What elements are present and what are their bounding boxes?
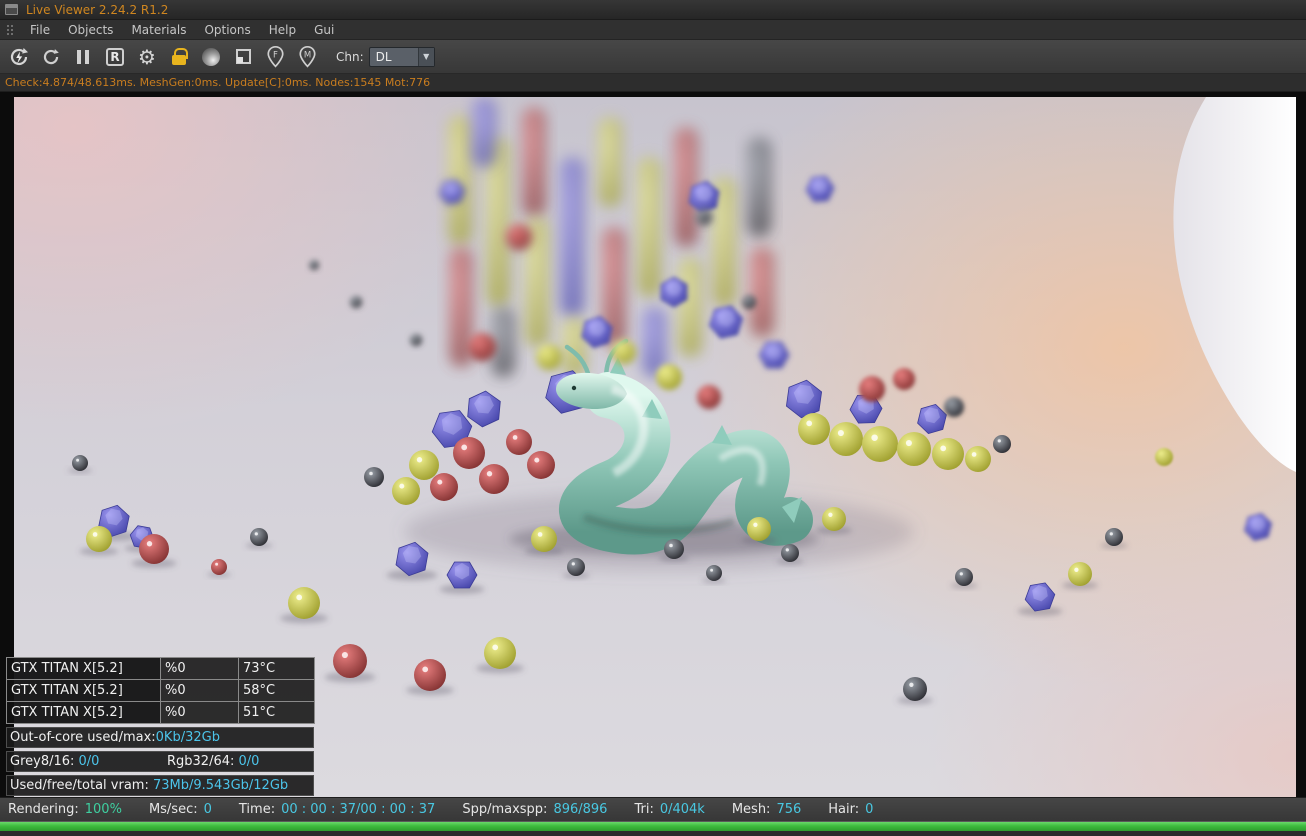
gpu-load: %0 — [160, 679, 239, 702]
render-viewport[interactable]: GTX TITAN X[5.2] %0 73°C GTX TITAN X[5.2… — [0, 92, 1306, 797]
channel-dropdown-value: DL — [375, 49, 392, 64]
focus-picker-button[interactable]: F — [260, 43, 290, 71]
pause-button[interactable] — [68, 43, 98, 71]
render-region-pick-button[interactable] — [228, 43, 258, 71]
gpu-load: %0 — [160, 701, 239, 724]
chevron-down-icon: ▼ — [417, 47, 434, 66]
lock-icon — [172, 47, 188, 65]
status-time: Time: 00 : 00 : 37/00 : 00 : 37 — [238, 802, 436, 817]
pause-icon — [77, 49, 89, 64]
menubar: File Objects Materials Options Help Gui — [0, 20, 1306, 40]
settings-gear-icon: ⚙ — [138, 44, 156, 69]
menu-help[interactable]: Help — [260, 20, 305, 40]
menu-grip-icon[interactable] — [7, 24, 14, 35]
vram-value: 73Mb/9.543Gb/12Gb — [152, 778, 289, 793]
refresh-button[interactable] — [36, 43, 66, 71]
channel-dropdown[interactable]: DL ▼ — [368, 46, 435, 67]
gpu-stats-overlay: GTX TITAN X[5.2] %0 73°C GTX TITAN X[5.2… — [6, 657, 315, 796]
out-of-core-value: 0Kb/32Gb — [155, 730, 220, 745]
region-render-button[interactable]: R — [100, 43, 130, 71]
material-picker-button[interactable]: M — [292, 43, 322, 71]
out-of-core-label: Out-of-core used/max: — [10, 730, 156, 745]
gpu-name: GTX TITAN X[5.2] — [6, 679, 161, 702]
check-stats-line: Check:4.874/48.613ms. MeshGen:0ms. Updat… — [0, 74, 1306, 92]
menu-options[interactable]: Options — [195, 20, 259, 40]
render-status-bar: Rendering: 100% Ms/sec: 0 Time: 00 : 00 : 3… — [0, 797, 1306, 821]
menu-objects[interactable]: Objects — [59, 20, 122, 40]
grey-label: Grey8/16: — [10, 754, 79, 769]
window-bottom-edge — [0, 831, 1306, 836]
render-progress-track — [0, 821, 1306, 831]
gpu-load: %0 — [160, 657, 239, 680]
channel-label: Chn: — [336, 49, 364, 64]
status-mssec: Ms/sec: 0 — [148, 802, 212, 817]
restart-render-button[interactable] — [4, 43, 34, 71]
gpu-row: GTX TITAN X[5.2] %0 73°C — [6, 657, 315, 680]
live-viewer-window: Live Viewer 2.24.2 R1.2 File Objects Mat… — [0, 0, 1306, 836]
titlebar: Live Viewer 2.24.2 R1.2 — [0, 0, 1306, 20]
status-tri: Tri: 0/404k — [634, 802, 705, 817]
gpu-name: GTX TITAN X[5.2] — [6, 701, 161, 724]
svg-text:M: M — [303, 50, 310, 60]
status-rendering: Rendering: 100% — [8, 802, 122, 817]
status-hair: Hair: 0 — [828, 802, 874, 817]
region-render-icon: R — [106, 47, 124, 66]
menu-gui[interactable]: Gui — [305, 20, 343, 40]
material-picker-pin-icon: M — [298, 45, 316, 68]
material-ball-icon — [202, 47, 220, 66]
window-system-icon[interactable] — [5, 4, 18, 15]
menu-materials[interactable]: Materials — [122, 20, 195, 40]
settings-button[interactable]: ⚙ — [132, 43, 162, 71]
render-progress-bar — [0, 822, 1306, 831]
gpu-row: GTX TITAN X[5.2] %0 51°C — [6, 701, 315, 724]
buffers-row: Grey8/16: 0/0 Rgb32/64: 0/0 — [6, 751, 314, 772]
lock-resolution-button[interactable] — [164, 43, 194, 71]
material-ball-button[interactable] — [196, 43, 226, 71]
out-of-core-row: Out-of-core used/max:0Kb/32Gb — [6, 727, 314, 748]
vram-row: Used/free/total vram: 73Mb/9.543Gb/12Gb — [6, 775, 314, 796]
toolbar: R ⚙ F M Chn: DL ▼ — [0, 40, 1306, 74]
rgb-label: Rgb32/64: — [167, 754, 239, 769]
gpu-table: GTX TITAN X[5.2] %0 73°C GTX TITAN X[5.2… — [6, 657, 315, 724]
grey-value: 0/0 — [78, 754, 100, 769]
status-spp: Spp/maxspp: 896/896 — [462, 802, 608, 817]
gpu-temp: 73°C — [238, 657, 315, 680]
render-region-pick-icon — [235, 49, 251, 64]
window-title: Live Viewer 2.24.2 R1.2 — [26, 2, 169, 17]
menu-file[interactable]: File — [21, 20, 59, 40]
svg-text:F: F — [273, 50, 278, 60]
focus-picker-pin-icon: F — [266, 45, 284, 68]
gpu-row: GTX TITAN X[5.2] %0 58°C — [6, 679, 315, 702]
gpu-temp: 51°C — [238, 701, 315, 724]
vram-label: Used/free/total vram: — [10, 778, 153, 793]
refresh-icon — [43, 48, 59, 64]
rgb-value: 0/0 — [238, 754, 260, 769]
restart-render-icon — [10, 47, 28, 65]
status-mesh: Mesh: 756 — [731, 802, 802, 817]
gpu-temp: 58°C — [238, 679, 315, 702]
gpu-name: GTX TITAN X[5.2] — [6, 657, 161, 680]
